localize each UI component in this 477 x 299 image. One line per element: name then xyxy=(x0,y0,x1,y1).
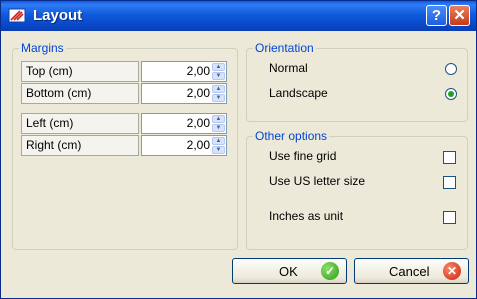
up-arrow-icon[interactable]: ▲ xyxy=(212,85,225,93)
cancel-button-label: Cancel xyxy=(389,264,430,279)
right-margin-label: Right (cm) xyxy=(21,135,139,156)
left-margin-spinner[interactable]: 2,00 ▲ ▼ xyxy=(141,113,227,134)
up-arrow-icon[interactable]: ▲ xyxy=(212,63,225,71)
orientation-group-title: Orientation xyxy=(253,41,316,55)
left-margin-label: Left (cm) xyxy=(21,113,139,134)
other-options-group: Other options Use fine grid Use US lette… xyxy=(246,129,468,250)
up-arrow-icon[interactable]: ▲ xyxy=(212,115,225,123)
layout-dialog: Layout ? ✕ Margins Top (cm) 2,00 ▲ ▼ Bot… xyxy=(0,0,477,299)
right-margin-value[interactable]: 2,00 xyxy=(187,138,210,152)
down-arrow-icon[interactable]: ▼ xyxy=(212,72,225,80)
fine-grid-label[interactable]: Use fine grid xyxy=(269,149,336,163)
inches-unit-checkbox[interactable] xyxy=(443,211,456,224)
top-margin-spinner[interactable]: 2,00 ▲ ▼ xyxy=(141,61,227,82)
spinner-buttons: ▲ ▼ xyxy=(212,137,225,154)
other-options-group-title: Other options xyxy=(253,129,330,143)
spinner-buttons: ▲ ▼ xyxy=(212,85,225,102)
radio-selected-dot xyxy=(448,91,454,97)
top-margin-label: Top (cm) xyxy=(21,61,139,82)
down-arrow-icon[interactable]: ▼ xyxy=(212,94,225,102)
left-margin-value[interactable]: 2,00 xyxy=(187,116,210,130)
cancel-button[interactable]: Cancel ✕ xyxy=(354,258,469,284)
right-margin-spinner[interactable]: 2,00 ▲ ▼ xyxy=(141,135,227,156)
bottom-margin-value[interactable]: 2,00 xyxy=(187,86,210,100)
us-letter-checkbox[interactable] xyxy=(443,176,456,189)
top-margin-value[interactable]: 2,00 xyxy=(187,64,210,78)
ok-button[interactable]: OK ✓ xyxy=(232,258,347,284)
down-arrow-icon[interactable]: ▼ xyxy=(212,146,225,154)
spinner-buttons: ▲ ▼ xyxy=(212,63,225,80)
us-letter-label[interactable]: Use US letter size xyxy=(269,174,365,188)
cancel-icon: ✕ xyxy=(443,262,461,280)
orientation-group: Orientation Normal Landscape xyxy=(246,41,468,122)
close-button[interactable]: ✕ xyxy=(449,5,470,26)
check-icon: ✓ xyxy=(321,262,339,280)
margins-group-title: Margins xyxy=(19,41,66,55)
title-bar[interactable]: Layout ? ✕ xyxy=(1,1,476,31)
ok-button-label: OK xyxy=(279,264,298,279)
window-title: Layout xyxy=(33,7,83,24)
inches-unit-label[interactable]: Inches as unit xyxy=(269,209,343,223)
landscape-radio-label[interactable]: Landscape xyxy=(269,86,328,100)
normal-radio-label[interactable]: Normal xyxy=(269,61,308,75)
spinner-buttons: ▲ ▼ xyxy=(212,115,225,132)
fine-grid-checkbox[interactable] xyxy=(443,151,456,164)
bottom-margin-spinner[interactable]: 2,00 ▲ ▼ xyxy=(141,83,227,104)
bottom-margin-label: Bottom (cm) xyxy=(21,83,139,104)
help-button[interactable]: ? xyxy=(426,5,447,26)
landscape-radio[interactable] xyxy=(445,88,457,100)
up-arrow-icon[interactable]: ▲ xyxy=(212,137,225,145)
normal-radio[interactable] xyxy=(445,63,457,75)
dialog-body: Margins Top (cm) 2,00 ▲ ▼ Bottom (cm) 2,… xyxy=(5,32,472,295)
margins-group: Margins Top (cm) 2,00 ▲ ▼ Bottom (cm) 2,… xyxy=(12,41,238,250)
layout-app-icon xyxy=(8,8,26,23)
down-arrow-icon[interactable]: ▼ xyxy=(212,124,225,132)
